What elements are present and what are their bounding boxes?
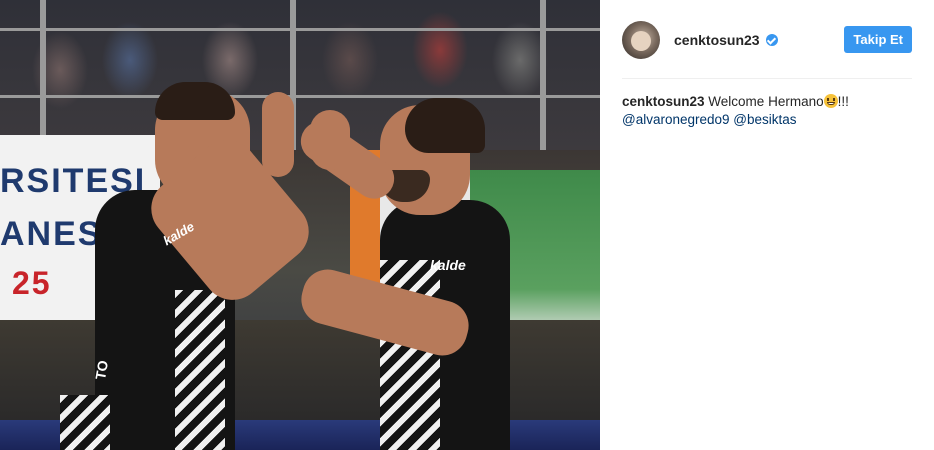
railing	[0, 95, 600, 98]
mention-link[interactable]: @besiktas	[733, 112, 796, 127]
mention-link[interactable]: @alvaronegredo9	[622, 112, 730, 127]
username-text: cenktosun23	[674, 32, 760, 48]
player-hair	[155, 82, 235, 120]
jersey-stripes	[60, 395, 110, 450]
post-side-panel: cenktosun23 Takip Et cenktosun23 Welcome…	[600, 0, 934, 450]
railing-post	[540, 0, 546, 150]
follow-button[interactable]: Takip Et	[844, 26, 912, 53]
instagram-post: RSITESI ANESI 25 kalde TO kalde cenktosu…	[0, 0, 934, 450]
jersey-number: TO	[92, 359, 112, 381]
divider	[622, 78, 912, 79]
railing	[0, 28, 600, 31]
grinning-face-emoji-icon	[823, 94, 838, 108]
post-caption: cenktosun23 Welcome Hermano!!! @alvarone…	[622, 93, 912, 129]
verified-badge-icon	[765, 34, 778, 46]
post-photo[interactable]: RSITESI ANESI 25 kalde TO kalde	[0, 0, 600, 450]
board-number: 25	[12, 265, 52, 301]
caption-text: Welcome Hermano	[708, 94, 824, 109]
player-hand	[262, 92, 294, 177]
jersey-sponsor: kalde	[430, 257, 466, 273]
stadium-stands	[0, 0, 600, 150]
caption-suffix: !!!	[837, 94, 849, 109]
railing-post	[40, 0, 46, 150]
caption-username-link[interactable]: cenktosun23	[622, 94, 705, 109]
player-hand	[310, 110, 350, 170]
username-link[interactable]: cenktosun23	[674, 32, 778, 48]
jersey-stripes	[175, 290, 225, 450]
avatar-image	[631, 31, 651, 51]
avatar[interactable]	[622, 21, 660, 59]
player-hair	[405, 98, 485, 153]
